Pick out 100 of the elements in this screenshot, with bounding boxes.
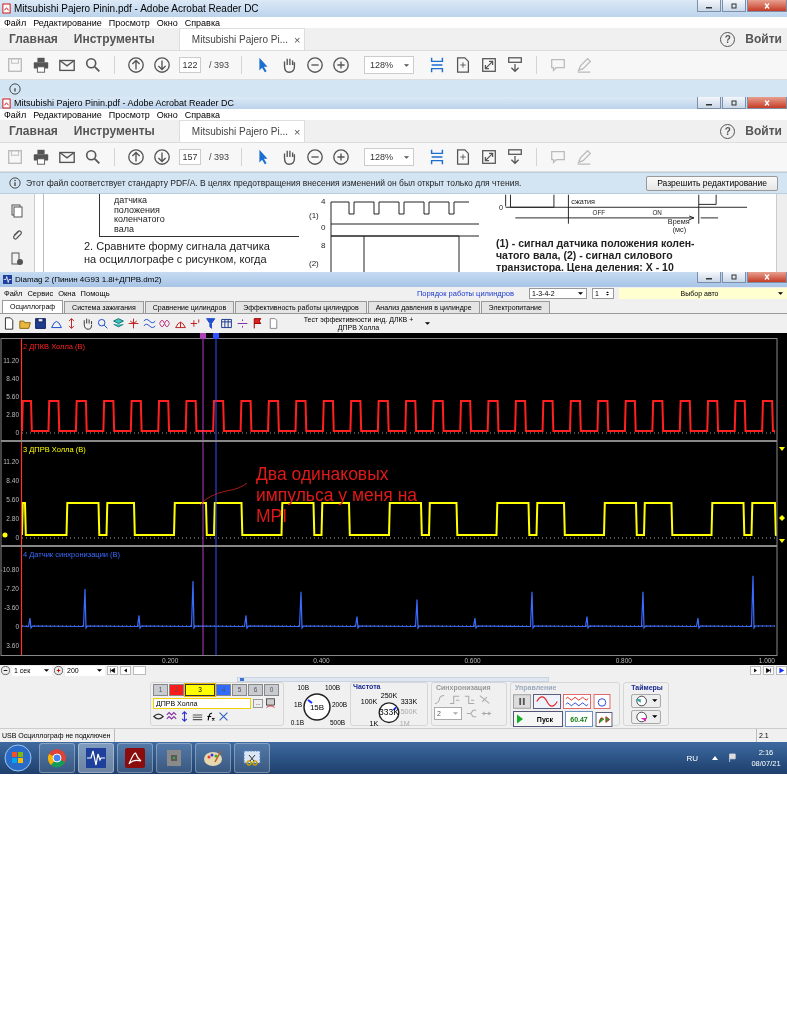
nav-tab[interactable]: Инструменты bbox=[73, 124, 155, 138]
taskbar-app[interactable] bbox=[195, 743, 231, 773]
full-screen-icon[interactable] bbox=[480, 56, 499, 74]
menu-item[interactable]: Окно bbox=[156, 109, 178, 120]
zoom-in-icon[interactable] bbox=[332, 56, 351, 74]
language-indicator[interactable]: RU bbox=[686, 753, 698, 763]
scroll-track[interactable] bbox=[237, 677, 549, 682]
skip-end-icon[interactable] bbox=[763, 666, 774, 675]
minimize-button[interactable] bbox=[697, 272, 721, 283]
maximize-button[interactable] bbox=[722, 97, 746, 109]
triangle-marker-icon[interactable] bbox=[779, 447, 785, 451]
zoom-out-icon[interactable] bbox=[306, 148, 325, 166]
menu-item[interactable]: Редактирование bbox=[33, 17, 102, 28]
timer-dropdown[interactable] bbox=[631, 694, 661, 708]
pages-icon[interactable] bbox=[10, 204, 24, 218]
magnifier-icon[interactable] bbox=[96, 317, 109, 330]
menu-item[interactable]: Файл bbox=[4, 17, 27, 28]
new-file-icon[interactable] bbox=[3, 317, 16, 330]
menu-item[interactable]: Справка bbox=[184, 109, 221, 120]
close-button[interactable] bbox=[747, 0, 787, 12]
sine-wave-button[interactable] bbox=[533, 694, 561, 709]
arrow-up-icon[interactable] bbox=[127, 148, 145, 166]
taskbar-app[interactable] bbox=[117, 743, 153, 773]
minus-icon[interactable] bbox=[1, 666, 10, 675]
play-icon[interactable] bbox=[776, 666, 787, 675]
menu-item[interactable]: Просмотр bbox=[108, 17, 150, 28]
close-tab-button[interactable]: × bbox=[294, 125, 301, 138]
triangle-marker-icon[interactable] bbox=[779, 539, 785, 543]
eye-icon[interactable] bbox=[153, 711, 164, 722]
taskbar-app[interactable] bbox=[78, 743, 114, 773]
zoom-dropdown[interactable]: 128% bbox=[364, 148, 415, 166]
scroll-bar[interactable] bbox=[776, 194, 787, 272]
flag-icon[interactable] bbox=[728, 753, 736, 763]
minimize-button[interactable] bbox=[697, 97, 721, 109]
zoom-dropdown[interactable]: 128% bbox=[364, 56, 415, 74]
document-tab[interactable]: Mitsubishi Pajero Pi... × bbox=[178, 28, 305, 50]
menu-item[interactable]: Редактирование bbox=[33, 109, 102, 120]
step-forward-icon[interactable] bbox=[750, 666, 761, 675]
diamond-marker-icon[interactable] bbox=[779, 515, 785, 521]
zoom-out-icon[interactable] bbox=[306, 56, 325, 74]
close-button[interactable] bbox=[747, 97, 787, 109]
step-back-icon[interactable] bbox=[120, 666, 131, 675]
menu-item[interactable]: Справка bbox=[184, 17, 221, 28]
level-marker-icon[interactable] bbox=[2, 532, 8, 538]
volts-knob[interactable] bbox=[303, 693, 331, 721]
taskbar-app[interactable] bbox=[234, 743, 270, 773]
timer-dropdown[interactable] bbox=[631, 710, 661, 724]
menu-item[interactable]: Файл bbox=[4, 109, 27, 120]
sign-in-link[interactable]: Войти bbox=[745, 32, 782, 46]
maximize-button[interactable] bbox=[722, 0, 746, 12]
center-arrows-icon[interactable] bbox=[127, 317, 140, 330]
nav-tab[interactable]: Главная bbox=[9, 32, 58, 46]
paperclip-icon[interactable] bbox=[10, 228, 24, 242]
page-number-field[interactable]: 157 bbox=[179, 149, 201, 165]
lines-icon[interactable] bbox=[192, 711, 203, 722]
filter-icon[interactable] bbox=[204, 317, 218, 330]
print-icon[interactable] bbox=[32, 56, 50, 74]
arrow-down-icon[interactable] bbox=[153, 56, 171, 74]
save-icon[interactable] bbox=[34, 317, 47, 330]
divide-icon[interactable] bbox=[235, 317, 249, 330]
waves-button[interactable] bbox=[563, 694, 591, 709]
page-number-field[interactable]: 122 bbox=[179, 57, 201, 73]
zigzag-icon[interactable] bbox=[166, 711, 177, 722]
zero-level-icon[interactable] bbox=[189, 317, 202, 330]
allow-editing-button[interactable]: Разрешить редактирование bbox=[646, 175, 778, 191]
arrow-down-icon[interactable] bbox=[153, 148, 171, 166]
minimize-button[interactable] bbox=[697, 0, 721, 12]
cursor-handle-icon[interactable] bbox=[213, 333, 219, 339]
scroll-mode-icon[interactable] bbox=[506, 148, 525, 166]
vertical-arrows-icon[interactable] bbox=[179, 711, 190, 722]
print-icon[interactable] bbox=[32, 148, 50, 166]
close-tab-button[interactable]: × bbox=[294, 33, 301, 46]
menu-item[interactable]: Окно bbox=[156, 17, 178, 28]
skip-start-icon[interactable] bbox=[107, 666, 118, 675]
flag-icon[interactable] bbox=[251, 317, 264, 330]
arrow-up-icon[interactable] bbox=[127, 56, 145, 74]
plus-icon[interactable] bbox=[54, 666, 63, 675]
function-icon[interactable] bbox=[205, 711, 216, 722]
search-icon[interactable] bbox=[84, 56, 102, 74]
tools-icon[interactable] bbox=[218, 711, 229, 722]
auto-gauge-button[interactable] bbox=[593, 694, 611, 709]
pause-button[interactable] bbox=[513, 694, 531, 709]
cursor-handle-icon[interactable] bbox=[200, 333, 206, 339]
waves-icon[interactable] bbox=[142, 317, 156, 330]
close-button[interactable] bbox=[747, 272, 787, 283]
maximize-button[interactable] bbox=[722, 272, 746, 283]
start-button-icon[interactable] bbox=[3, 743, 33, 773]
auto-play-button[interactable] bbox=[595, 711, 613, 727]
menu-item[interactable]: Просмотр bbox=[108, 109, 150, 120]
lock-document-icon[interactable] bbox=[10, 252, 24, 266]
search-icon[interactable] bbox=[84, 148, 102, 166]
nav-tab[interactable]: Инструменты bbox=[73, 32, 155, 46]
nav-tab[interactable]: Главная bbox=[9, 124, 58, 138]
sign-in-link[interactable]: Войти bbox=[745, 124, 782, 138]
full-screen-icon[interactable] bbox=[480, 148, 499, 166]
taskbar-app[interactable] bbox=[39, 743, 75, 773]
zoom-in-icon[interactable] bbox=[332, 148, 351, 166]
document-tab[interactable]: Mitsubishi Pajero Pi... × bbox=[178, 120, 305, 142]
table-icon[interactable] bbox=[220, 317, 233, 330]
scroll-mode-icon[interactable] bbox=[506, 56, 525, 74]
